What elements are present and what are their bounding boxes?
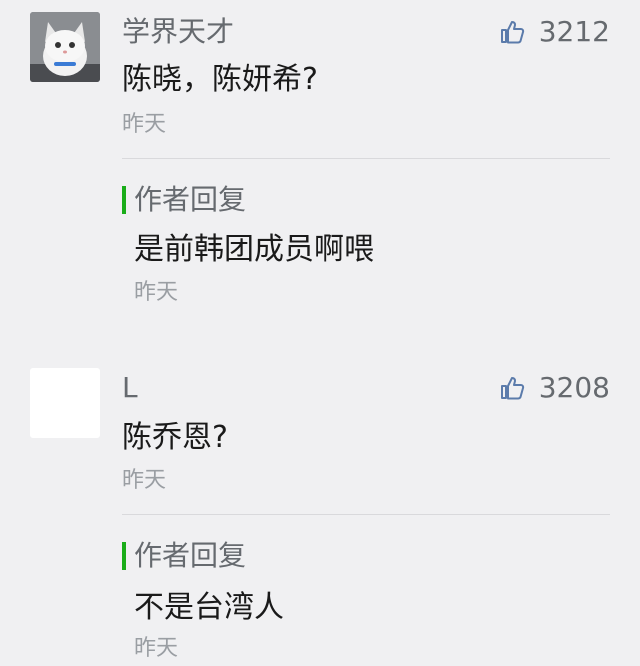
comment-item: 学界天才 3212 陈晓，陈妍希? 昨天 作者回复 是前韩团成员啊喂 昨天 (0, 0, 640, 330)
comment-time: 昨天 (122, 468, 167, 493)
reply-label-text: 作者回复 (134, 183, 247, 216)
reply-accent-bar (122, 542, 126, 570)
reply-text: 不是台湾人 (134, 590, 284, 625)
like-button[interactable]: 3208 (499, 370, 610, 406)
comment-author[interactable]: 学界天才 (122, 14, 234, 50)
like-count: 3208 (538, 371, 610, 404)
reply-time: 昨天 (134, 280, 179, 305)
divider (122, 158, 610, 159)
thumbs-up-icon (500, 377, 524, 400)
divider (122, 514, 610, 515)
author-reply-label: 作者回复 (122, 538, 246, 574)
comment-item: L 3208 陈乔恩? 昨天 作者回复 不是台湾人 昨天 (0, 356, 640, 666)
reply-time: 昨天 (134, 636, 179, 661)
avatar[interactable] (30, 368, 100, 438)
like-count: 3212 (538, 15, 610, 48)
avatar[interactable] (30, 12, 100, 82)
cat-avatar-image (30, 12, 100, 82)
reply-label-text: 作者回复 (134, 539, 247, 572)
comment-text: 陈晓，陈妍希? (122, 62, 318, 97)
comment-text: 陈乔恩? (122, 420, 228, 455)
comment-time: 昨天 (122, 112, 167, 137)
reply-accent-bar (122, 186, 126, 214)
like-button[interactable]: 3212 (499, 14, 610, 50)
thumbs-up-icon (500, 21, 524, 44)
comment-author[interactable]: L (122, 370, 138, 406)
author-reply-label: 作者回复 (122, 182, 246, 218)
reply-text: 是前韩团成员啊喂 (134, 232, 374, 267)
